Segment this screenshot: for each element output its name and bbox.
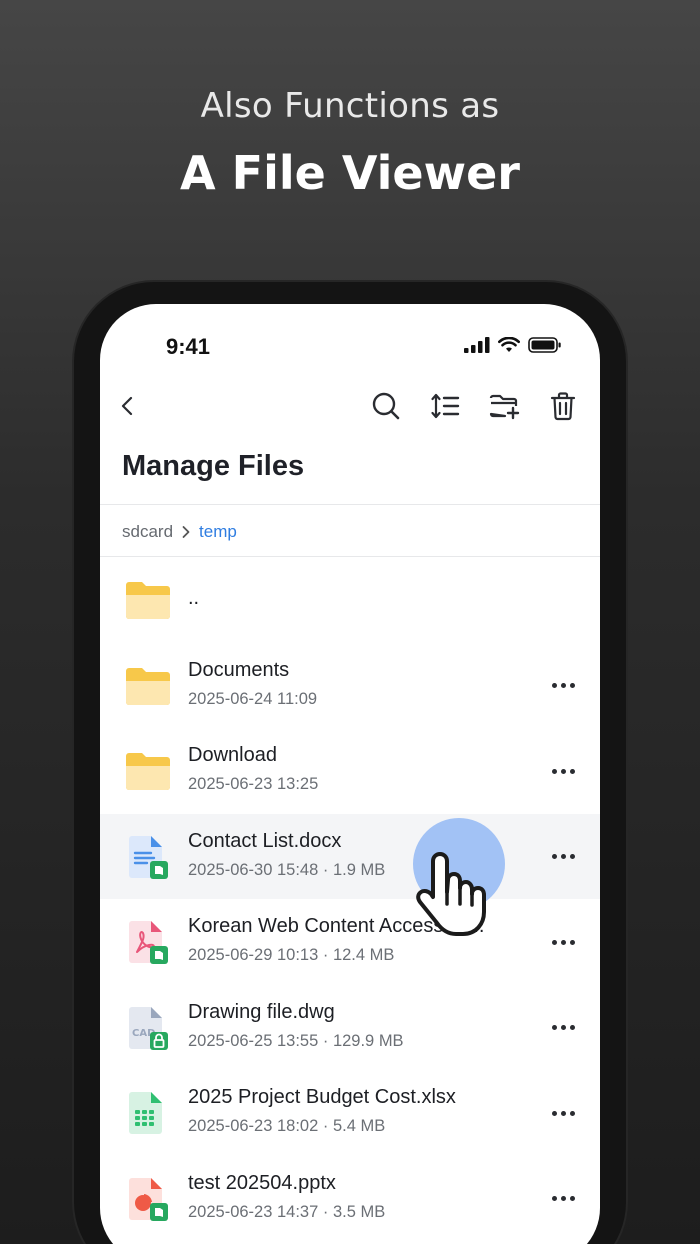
delete-icon (550, 392, 576, 421)
parent-directory-row[interactable]: .. (100, 557, 600, 643)
cad-file-icon: CAD (129, 1006, 168, 1050)
file-name: test 202504.pptx (188, 1171, 336, 1194)
battery-icon (528, 337, 561, 353)
delete-button[interactable] (545, 388, 581, 424)
file-meta: 2025-06-24 11:09 (188, 689, 318, 708)
divider (100, 504, 600, 505)
file-list: .. Documents 2025-06-24 11:09 Download 2… (100, 557, 600, 1241)
file-name: Download (188, 744, 277, 766)
search-icon (372, 392, 400, 420)
file-name: 2025 Project Budget Cost.xlsx (188, 1086, 456, 1108)
page-title: Manage Files (122, 450, 305, 482)
status-icons (464, 337, 562, 353)
file-meta: 2025-06-30 15:48 · 1.9 MB (188, 860, 386, 879)
xlsx-file-icon (129, 1092, 162, 1134)
sort-button[interactable] (427, 388, 463, 424)
breadcrumb: sdcard temp (122, 520, 237, 544)
list-item[interactable]: CAD Drawing file.dwg 2025-06-25 13:55 · … (100, 985, 600, 1071)
file-name: Documents (188, 658, 290, 681)
folder-icon (126, 667, 170, 705)
status-time: 9:41 (166, 334, 211, 359)
list-item[interactable]: Download 2025-06-23 13:25 (100, 728, 600, 814)
more-options-button[interactable] (548, 756, 578, 786)
file-name: .. (188, 587, 200, 609)
more-options-button[interactable] (548, 927, 578, 957)
more-options-button[interactable] (548, 1013, 578, 1043)
chevron-right-icon (182, 526, 190, 538)
pptx-file-icon (129, 1177, 168, 1221)
new-folder-icon (489, 394, 520, 420)
promo-subtitle: Also Functions as (200, 86, 500, 126)
more-options-button[interactable] (548, 842, 578, 872)
toolbar (100, 382, 600, 430)
more-options-button[interactable] (548, 1098, 578, 1128)
file-meta: 2025-06-23 13:25 (188, 775, 319, 793)
signal-icon (464, 337, 490, 353)
search-button[interactable] (368, 388, 404, 424)
file-meta: 2025-06-23 14:37 · 3.5 MB (188, 1202, 386, 1221)
breadcrumb-root[interactable]: sdcard (122, 522, 173, 542)
hand-pointer-icon (416, 852, 486, 936)
sort-icon (431, 393, 460, 419)
list-item[interactable]: 2025 Project Budget Cost.xlsx 2025-06-23… (100, 1070, 600, 1156)
file-meta: 2025-06-25 13:55 · 129.9 MB (188, 1031, 404, 1050)
folder-icon (126, 753, 170, 790)
phone-screen: 9:41 Manage Files sdcard temp .. Documen… (100, 304, 600, 1244)
breadcrumb-current[interactable]: temp (199, 522, 237, 542)
pdf-file-icon (129, 921, 168, 964)
list-item[interactable]: test 202504.pptx 2025-06-23 14:37 · 3.5 … (100, 1156, 600, 1242)
more-options-button[interactable] (548, 671, 578, 701)
list-item[interactable]: Contact List.docx 2025-06-30 15:48 · 1.9… (100, 813, 600, 899)
back-button[interactable] (110, 388, 146, 424)
more-options-button[interactable] (548, 1184, 578, 1214)
file-meta: 2025-06-29 10:13 · 12.4 MB (188, 946, 395, 964)
file-name: Drawing file.dwg (188, 1000, 335, 1023)
status-bar: 9:41 (100, 304, 600, 364)
new-folder-button[interactable] (486, 388, 522, 424)
wifi-icon (498, 337, 520, 352)
file-meta: 2025-06-23 18:02 · 5.4 MB (188, 1117, 386, 1135)
folder-icon (126, 582, 170, 619)
list-item[interactable]: Documents 2025-06-24 11:09 (100, 643, 600, 729)
promo-title: A File Viewer (180, 146, 520, 200)
back-icon (121, 396, 133, 416)
docx-file-icon (129, 835, 168, 879)
list-item[interactable]: Korean Web Content Accessibil... 2025-06… (100, 899, 600, 985)
